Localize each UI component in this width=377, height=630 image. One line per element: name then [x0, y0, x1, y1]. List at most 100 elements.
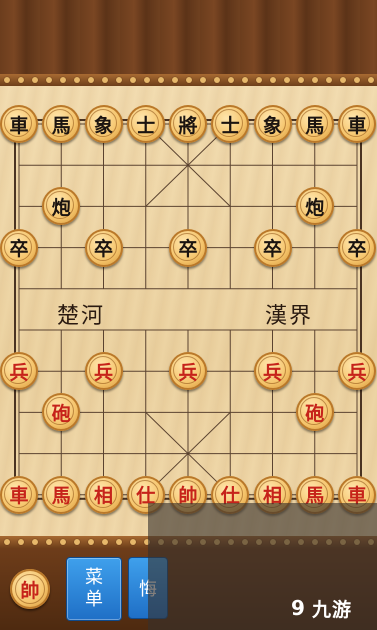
- river-label-han-jie: 漢界: [265, 304, 314, 329]
- rail-stud-icon: [4, 77, 10, 83]
- black-piece[interactable]: 卒: [169, 228, 207, 267]
- rail-stud-icon: [172, 77, 178, 83]
- rail-stud-icon: [60, 77, 66, 83]
- rail-stud-icon: [74, 539, 80, 545]
- red-piece-label: 車: [9, 485, 29, 508]
- black-piece[interactable]: 炮: [295, 187, 334, 226]
- rail-stud-icon: [340, 77, 346, 83]
- black-piece[interactable]: 象: [84, 105, 123, 143]
- rail-stud-icon: [4, 539, 10, 545]
- black-piece[interactable]: 士: [211, 105, 250, 143]
- red-piece[interactable]: 相: [84, 475, 123, 514]
- board-rail-top: [0, 74, 377, 86]
- rail-stud-icon: [74, 77, 80, 83]
- red-piece-label: 兵: [93, 361, 113, 384]
- rail-stud-icon: [228, 77, 234, 83]
- rail-stud-icon: [88, 539, 94, 545]
- watermark-logo-icon: 9: [291, 596, 305, 620]
- rail-stud-icon: [102, 539, 108, 545]
- black-piece-label: 卒: [262, 238, 282, 261]
- black-piece[interactable]: 卒: [253, 228, 292, 267]
- red-piece-label: 兵: [9, 361, 29, 384]
- black-piece-label: 士: [220, 114, 240, 137]
- black-piece-label: 炮: [305, 196, 325, 219]
- rail-stud-icon: [60, 539, 66, 545]
- black-piece[interactable]: 士: [126, 105, 165, 143]
- rail-stud-icon: [116, 77, 122, 83]
- red-piece[interactable]: 砲: [295, 393, 334, 432]
- red-piece[interactable]: 兵: [0, 352, 38, 391]
- rail-stud-icon: [368, 77, 374, 83]
- red-piece-label: 砲: [51, 402, 71, 425]
- turn-indicator-piece: 帥: [10, 569, 50, 609]
- black-piece[interactable]: 車: [338, 105, 376, 143]
- black-piece-label: 炮: [51, 196, 71, 219]
- wood-frame-top: [0, 0, 377, 78]
- black-piece[interactable]: 象: [253, 105, 292, 143]
- rail-stud-icon: [32, 77, 38, 83]
- black-piece-label: 車: [9, 114, 29, 137]
- rail-stud-icon: [46, 539, 52, 545]
- black-piece[interactable]: 卒: [84, 228, 123, 267]
- watermark-text: 九游: [312, 598, 353, 621]
- rail-stud-icon: [200, 77, 206, 83]
- black-piece-label: 卒: [9, 238, 29, 261]
- red-piece-label: 砲: [305, 402, 325, 425]
- menu-button-label-line2: 单: [85, 589, 103, 610]
- rail-stud-icon: [116, 539, 122, 545]
- rail-stud-icon: [18, 539, 24, 545]
- red-piece[interactable]: 兵: [338, 352, 376, 391]
- rail-stud-icon: [270, 77, 276, 83]
- rail-stud-icon: [312, 77, 318, 83]
- rail-stud-icon: [298, 77, 304, 83]
- black-piece-label: 士: [136, 114, 156, 137]
- rail-stud-icon: [32, 539, 38, 545]
- black-piece-label: 車: [347, 114, 367, 137]
- rail-stud-icon: [130, 539, 136, 545]
- black-piece-label: 將: [178, 114, 198, 137]
- rail-stud-icon: [284, 77, 290, 83]
- rail-stud-icon: [88, 77, 94, 83]
- rail-stud-icon: [144, 77, 150, 83]
- rail-stud-icon: [130, 77, 136, 83]
- black-piece-label: 卒: [178, 238, 198, 261]
- black-piece[interactable]: 馬: [295, 105, 334, 143]
- black-piece-label: 卒: [347, 238, 367, 261]
- rail-stud-icon: [186, 77, 192, 83]
- red-piece-label: 馬: [51, 485, 71, 508]
- river-label-chu-he: 楚河: [57, 304, 106, 329]
- rail-stud-icon: [214, 77, 220, 83]
- watermark: 9 九游: [287, 593, 371, 623]
- rail-stud-icon: [102, 77, 108, 83]
- black-piece[interactable]: 卒: [0, 228, 38, 267]
- rail-stud-icon: [242, 77, 248, 83]
- red-piece-label: 兵: [347, 361, 367, 384]
- menu-button-label-line1: 菜: [85, 567, 103, 588]
- turn-indicator-label: 帥: [20, 579, 40, 602]
- rail-stud-icon: [158, 77, 164, 83]
- rail-stud-icon: [326, 77, 332, 83]
- rail-stud-icon: [18, 77, 24, 83]
- rail-stud-icon: [256, 77, 262, 83]
- black-piece-label: 象: [93, 114, 113, 137]
- menu-button[interactable]: 菜 单: [66, 557, 122, 621]
- red-piece[interactable]: 兵: [169, 352, 207, 391]
- red-piece-label: 兵: [178, 361, 198, 384]
- rail-stud-icon: [354, 77, 360, 83]
- black-piece-label: 馬: [305, 114, 325, 137]
- black-piece-label: 卒: [93, 238, 113, 261]
- red-piece[interactable]: 兵: [84, 352, 123, 391]
- red-piece[interactable]: 馬: [42, 475, 81, 514]
- red-piece[interactable]: 兵: [253, 352, 292, 391]
- black-piece[interactable]: 卒: [338, 228, 376, 267]
- rail-stud-icon: [46, 77, 52, 83]
- black-piece[interactable]: 車: [0, 105, 38, 143]
- black-piece[interactable]: 馬: [42, 105, 81, 143]
- red-piece-label: 兵: [262, 361, 282, 384]
- red-piece[interactable]: 車: [0, 475, 38, 514]
- black-piece[interactable]: 將: [169, 105, 207, 143]
- black-piece-label: 馬: [51, 114, 71, 137]
- xiangqi-board[interactable]: 楚河 漢界: [0, 86, 377, 536]
- red-piece-label: 相: [93, 485, 113, 508]
- black-piece-label: 象: [262, 114, 282, 137]
